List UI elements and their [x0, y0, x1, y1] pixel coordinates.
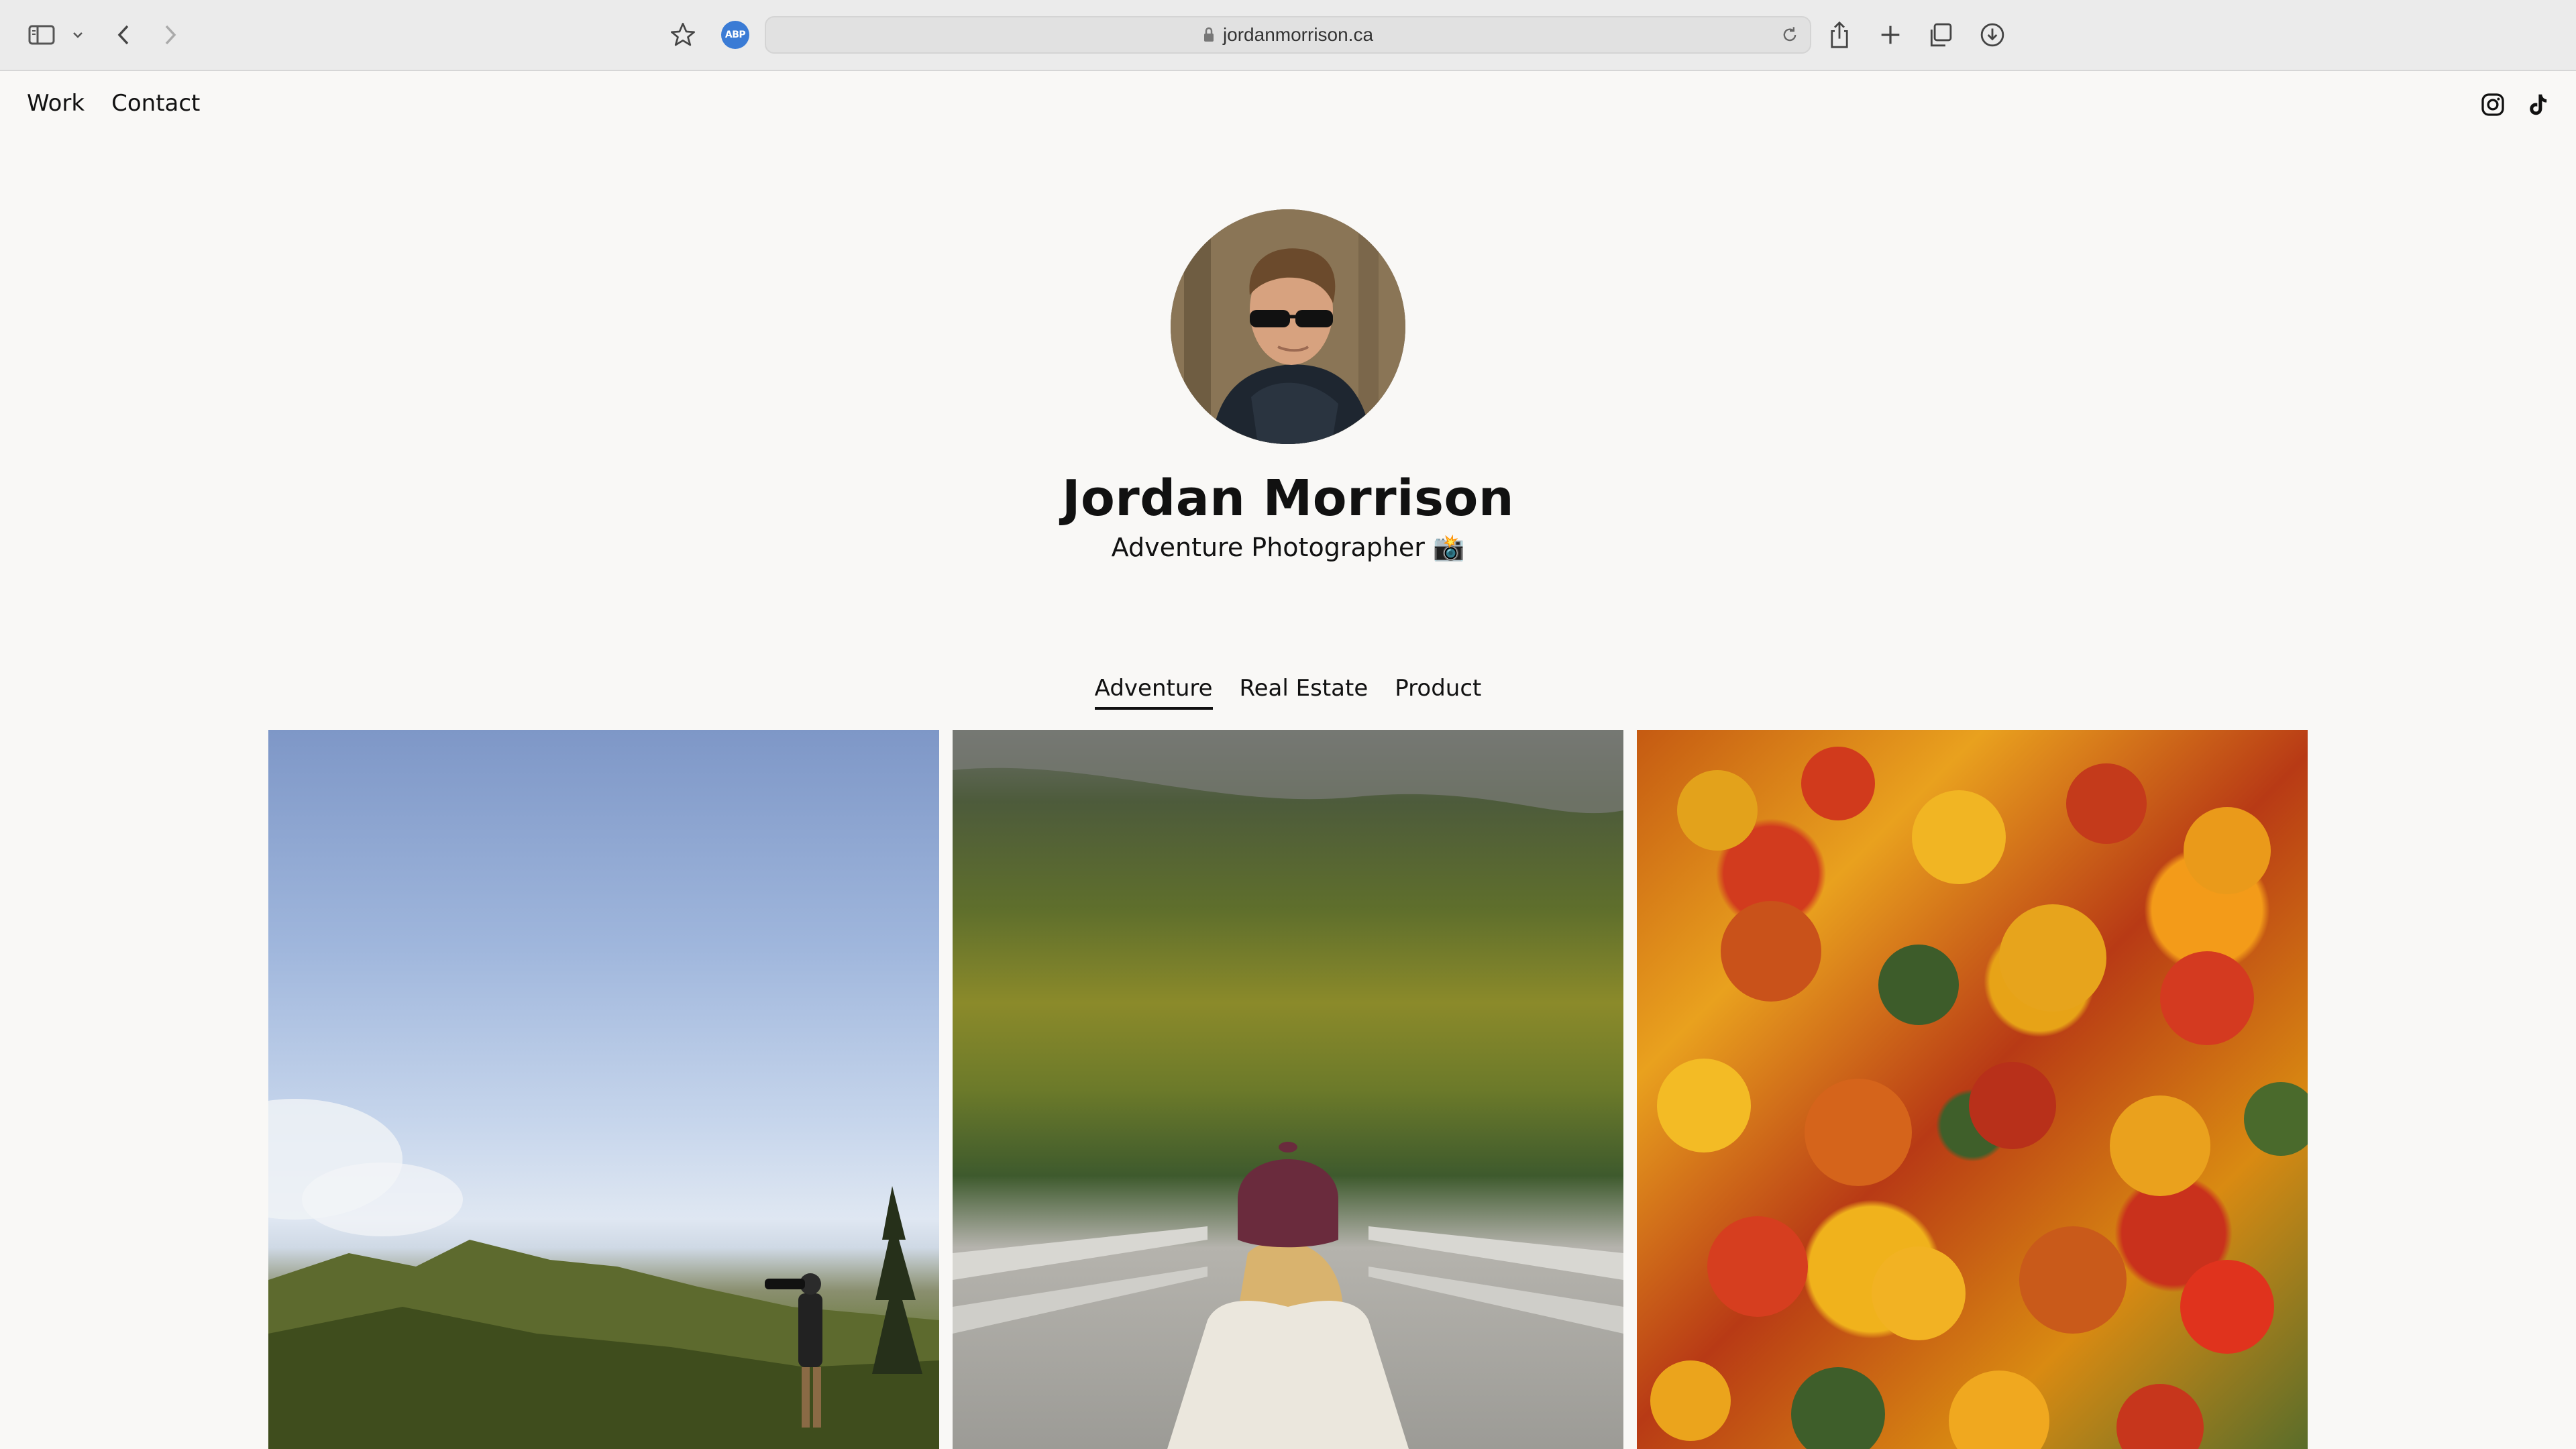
profile-tagline: Adventure Photographer 📸	[1111, 533, 1465, 562]
nav-link-work[interactable]: Work	[27, 90, 85, 117]
download-icon[interactable]	[1978, 17, 2007, 52]
site-nav: Work Contact	[27, 90, 200, 117]
autumn-forest-aerial-photo[interactable]	[1637, 730, 2308, 1449]
url-text: jordanmorrison.ca	[1222, 24, 1374, 45]
profile-name: Jordan Morrison	[1061, 470, 1515, 527]
profile-avatar	[1171, 209, 1405, 444]
share-icon[interactable]	[1825, 17, 1854, 52]
nav-link-contact[interactable]: Contact	[111, 90, 200, 117]
mountain-photographer-photo[interactable]	[268, 730, 939, 1449]
instagram-icon[interactable]	[2481, 93, 2505, 120]
chevron-down-icon[interactable]	[70, 17, 86, 52]
sidebar-icon[interactable]	[27, 17, 56, 52]
tiktok-icon[interactable]	[2526, 93, 2549, 120]
tab-product[interactable]: Product	[1395, 675, 1481, 710]
new-tab-plus-icon[interactable]	[1876, 17, 1905, 52]
address-bar[interactable]: jordanmorrison.ca	[765, 16, 1811, 54]
tab-adventure[interactable]: Adventure	[1094, 675, 1213, 710]
reload-icon[interactable]	[1780, 25, 1799, 48]
adblock-badge: ABP	[721, 21, 749, 49]
lock-icon	[1203, 27, 1214, 42]
social-links	[2481, 93, 2549, 120]
adblock-extension-icon[interactable]: ABP	[720, 17, 750, 52]
forward-icon[interactable]	[160, 17, 181, 52]
browser-toolbar: ABP jordanmorrison.ca	[0, 0, 2576, 71]
tabs-overview-icon[interactable]	[1925, 17, 1955, 52]
star-icon[interactable]	[668, 17, 698, 52]
tab-real-estate[interactable]: Real Estate	[1240, 675, 1368, 710]
woman-on-bridge-photo[interactable]	[953, 730, 1623, 1449]
back-icon[interactable]	[113, 17, 134, 52]
avatar-portrait	[1171, 209, 1405, 444]
category-tabs: Adventure Real Estate Product	[0, 675, 2576, 710]
